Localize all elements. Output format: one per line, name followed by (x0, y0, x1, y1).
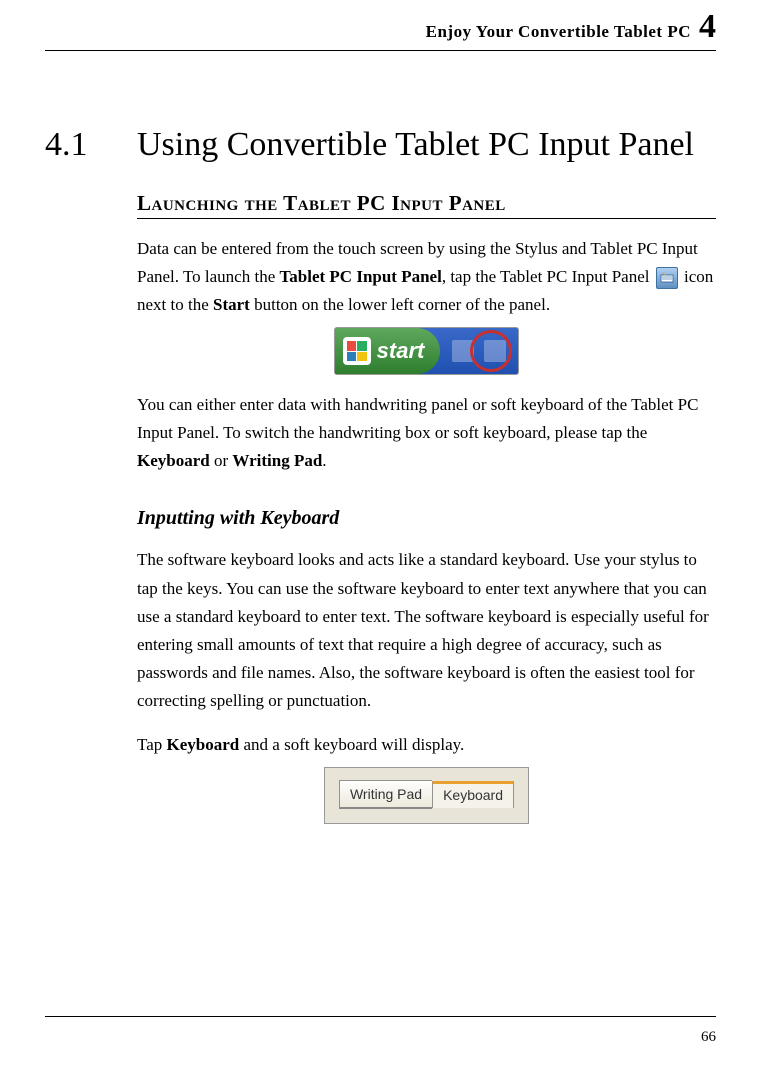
subheading-inputting: Inputting with Keyboard (137, 507, 716, 530)
start-button: start (335, 328, 441, 374)
section-number: 4.1 (45, 123, 137, 167)
taskbar-screenshot: start (137, 327, 716, 375)
paragraph-tap-keyboard: Tap Keyboard and a soft keyboard will di… (137, 731, 716, 759)
page-number: 66 (701, 1029, 716, 1045)
taskbar-icon-1 (452, 340, 474, 362)
windows-flag-icon (343, 337, 371, 365)
paragraph-launch-instructions: Data can be entered from the touch scree… (137, 235, 716, 319)
subheading-launching: Launching the Tablet PC Input Panel (137, 191, 716, 219)
taskbar-input-panel-icon (484, 340, 506, 362)
content-area: 4.1 Using Convertible Tablet PC Input Pa… (45, 51, 716, 824)
chapter-number: 4 (699, 8, 716, 45)
input-panel-icon (656, 267, 678, 289)
tab-keyboard: Keyboard (432, 781, 514, 808)
section-title: Using Convertible Tablet PC Input Panel (137, 123, 694, 167)
section-heading-row: 4.1 Using Convertible Tablet PC Input Pa… (45, 123, 716, 167)
taskbar-right (440, 328, 518, 374)
page-header: Enjoy Your Convertible Tablet PC 4 (45, 0, 716, 51)
paragraph-keyboard-description: The software keyboard looks and acts lik… (137, 546, 716, 714)
tabs-screenshot: Writing Pad Keyboard (137, 767, 716, 824)
tab-writing-pad: Writing Pad (339, 780, 432, 809)
paragraph-switch-instructions: You can either enter data with handwriti… (137, 391, 716, 475)
header-text: Enjoy Your Convertible Tablet PC (426, 22, 691, 41)
page-footer: 66 (45, 1016, 716, 1046)
start-label: start (377, 338, 425, 364)
